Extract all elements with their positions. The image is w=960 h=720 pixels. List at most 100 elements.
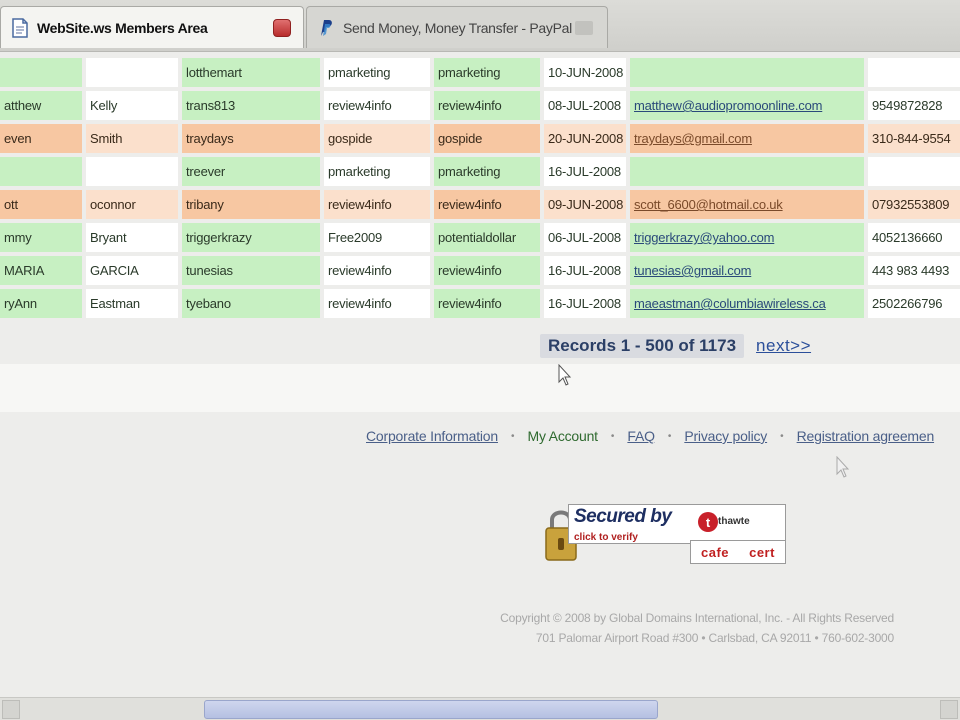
table-row: mmy Bryant triggerkrazy Free2009 potentialdo… bbox=[0, 221, 960, 254]
table-cell-date: 16-JUL-2008 bbox=[544, 256, 626, 285]
table-cell-phone bbox=[868, 58, 960, 87]
table-cell-sponsor: review4info bbox=[434, 256, 540, 285]
footer-links: Corporate Information • My Account • FAQ • Pri… bbox=[366, 424, 934, 448]
horizontal-scrollbar[interactable] bbox=[0, 697, 960, 720]
seal-brand: thawte bbox=[718, 516, 750, 527]
table-cell-sponsor: review4info bbox=[434, 91, 540, 120]
table-row: even Smith traydays gospide gospide 20-JUN-20… bbox=[0, 122, 960, 155]
next-page-link[interactable]: next>> bbox=[756, 336, 811, 356]
footer-separator: • bbox=[510, 430, 515, 442]
seal-verify-link[interactable]: click to verify bbox=[574, 532, 638, 543]
table-row: lotthemart pmarketing pmarketing 10-JUN-200… bbox=[0, 56, 960, 89]
table-cell-sponsor: potentialdollar bbox=[434, 223, 540, 252]
email-link[interactable]: scott_6600@hotmail.co.uk bbox=[634, 197, 783, 212]
table-cell-last bbox=[86, 58, 178, 87]
security-seal[interactable]: Secured by click to verify t thawte cafe… bbox=[544, 502, 788, 568]
table-cell-phone: 310-844-9554 bbox=[868, 124, 960, 153]
page-content: lotthemart pmarketing pmarketing 10-JUN-200… bbox=[0, 52, 960, 700]
email-link[interactable]: traydays@gmail.com bbox=[634, 131, 752, 146]
table-cell-username: trans813 bbox=[182, 91, 320, 120]
scrollbar-thumb[interactable] bbox=[204, 700, 658, 719]
tab-label: WebSite.ws Members Area bbox=[37, 19, 208, 36]
page-icon bbox=[12, 17, 28, 38]
email-link[interactable]: tunesias@gmail.com bbox=[634, 263, 751, 278]
close-tab-icon[interactable] bbox=[273, 18, 291, 37]
table-row: MARIA GARCIA tunesias review4info review4inf… bbox=[0, 254, 960, 287]
scroll-right-button[interactable] bbox=[940, 700, 958, 719]
paypal-icon bbox=[321, 19, 332, 36]
table-cell-plan: gospide bbox=[324, 124, 430, 153]
table-cell-first: even bbox=[0, 124, 82, 153]
table-cell-sponsor: review4info bbox=[434, 190, 540, 219]
table-cell-username: tribany bbox=[182, 190, 320, 219]
table-cell-email bbox=[630, 58, 864, 87]
footer-separator: • bbox=[667, 430, 672, 442]
table-row: treever pmarketing pmarketing 16-JUL-2008 bbox=[0, 155, 960, 188]
browser-tab-strip: WebSite.ws Members Area Send Money, Mone… bbox=[0, 0, 960, 52]
mouse-cursor-icon bbox=[558, 364, 572, 386]
table-cell-username: triggerkrazy bbox=[182, 223, 320, 252]
table-cell-first: ryAnn bbox=[0, 289, 82, 318]
footer-link[interactable]: Privacy policy bbox=[684, 428, 767, 444]
table-cell-plan: review4info bbox=[324, 289, 430, 318]
table-cell-email: triggerkrazy@yahoo.com bbox=[630, 223, 864, 252]
table-cell-last: oconnor bbox=[86, 190, 178, 219]
table-cell-plan: review4info bbox=[324, 190, 430, 219]
table-cell-email: scott_6600@hotmail.co.uk bbox=[630, 190, 864, 219]
table-cell-last: Bryant bbox=[86, 223, 178, 252]
seal-bottom-left: cafe bbox=[701, 544, 730, 560]
table-row: ryAnn Eastman tyebano review4info review4inf… bbox=[0, 287, 960, 320]
table-cell-first: MARIA bbox=[0, 256, 82, 285]
close-tab-icon[interactable] bbox=[575, 20, 593, 35]
table-cell-phone: 2502266796 bbox=[868, 289, 960, 318]
table-cell-first: atthew bbox=[0, 91, 82, 120]
footer-link[interactable]: Registration agreemen bbox=[797, 428, 935, 444]
table-cell-email: maeastman@columbiawireless.ca bbox=[630, 289, 864, 318]
table-row: atthew Kelly trans813 review4info review4inf… bbox=[0, 89, 960, 122]
email-link[interactable]: triggerkrazy@yahoo.com bbox=[634, 230, 774, 245]
table-cell-email: matthew@audiopromoonline.com bbox=[630, 91, 864, 120]
table-cell-first: mmy bbox=[0, 223, 82, 252]
table-cell-username: tyebano bbox=[182, 289, 320, 318]
mouse-cursor-icon bbox=[836, 456, 850, 478]
tab-paypal[interactable]: Send Money, Money Transfer - PayPal bbox=[306, 6, 608, 48]
table-cell-plan: Free2009 bbox=[324, 223, 430, 252]
table-cell-phone: 443 983 4493 bbox=[868, 256, 960, 285]
footer-link[interactable]: FAQ bbox=[627, 428, 655, 444]
tab-label: Send Money, Money Transfer - PayPal bbox=[343, 19, 572, 36]
table-cell-date: 16-JUL-2008 bbox=[544, 289, 626, 318]
scroll-left-button[interactable] bbox=[2, 700, 20, 719]
table-cell-plan: pmarketing bbox=[324, 157, 430, 186]
table-cell-email: traydays@gmail.com bbox=[630, 124, 864, 153]
table-cell-last bbox=[86, 157, 178, 186]
table-cell-phone bbox=[868, 157, 960, 186]
footer-separator: • bbox=[780, 430, 784, 442]
table-cell-date: 08-JUL-2008 bbox=[544, 91, 626, 120]
table-cell-plan: review4info bbox=[324, 256, 430, 285]
email-link[interactable]: maeastman@columbiawireless.ca bbox=[634, 296, 826, 311]
table-cell-first bbox=[0, 58, 82, 87]
table-cell-last: Smith bbox=[86, 124, 178, 153]
email-link[interactable]: matthew@audiopromoonline.com bbox=[634, 98, 822, 113]
copyright-line: Copyright © 2008 by Global Domains Inter… bbox=[500, 611, 894, 625]
spacer-band bbox=[0, 364, 960, 412]
table-cell-sponsor: pmarketing bbox=[434, 157, 540, 186]
footer-link[interactable]: Corporate Information bbox=[366, 428, 498, 444]
table-cell-username: lotthemart bbox=[182, 58, 320, 87]
table-cell-sponsor: pmarketing bbox=[434, 58, 540, 87]
copyright: Copyright © 2008 by Global Domains Inter… bbox=[400, 608, 894, 648]
table-cell-date: 09-JUN-2008 bbox=[544, 190, 626, 219]
footer-link[interactable]: My Account bbox=[528, 428, 599, 444]
tab-members-area[interactable]: WebSite.ws Members Area bbox=[0, 6, 304, 48]
table-cell-username: traydays bbox=[182, 124, 320, 153]
table-cell-email: tunesias@gmail.com bbox=[630, 256, 864, 285]
seal-title: Secured by bbox=[574, 506, 672, 527]
table-cell-plan: review4info bbox=[324, 91, 430, 120]
table-cell-plan: pmarketing bbox=[324, 58, 430, 87]
table-cell-username: tunesias bbox=[182, 256, 320, 285]
table-cell-first: ott bbox=[0, 190, 82, 219]
table-cell-last: Eastman bbox=[86, 289, 178, 318]
table-cell-sponsor: review4info bbox=[434, 289, 540, 318]
thawte-logo-icon: t bbox=[698, 512, 718, 532]
table-cell-phone: 9549872828 bbox=[868, 91, 960, 120]
